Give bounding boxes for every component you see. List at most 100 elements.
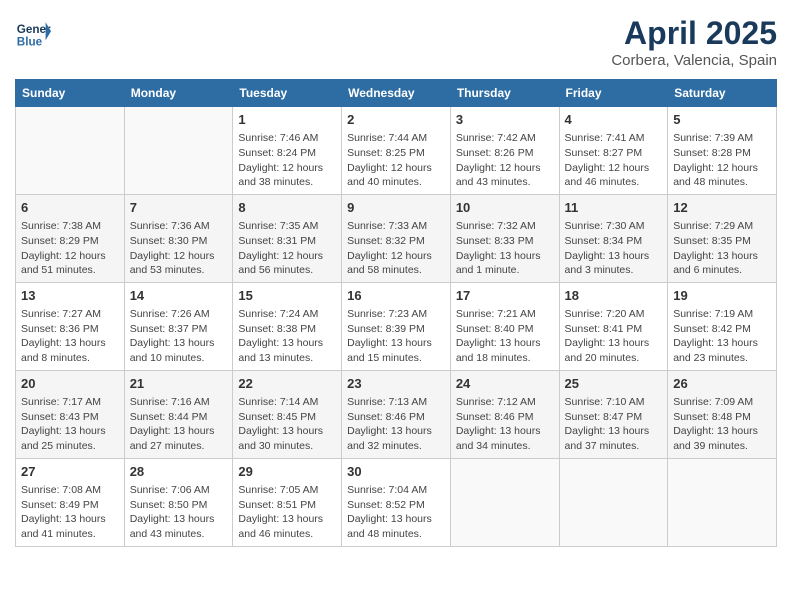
calendar-body: 1Sunrise: 7:46 AMSunset: 8:24 PMDaylight… (16, 107, 777, 547)
page-title: April 2025 (611, 15, 777, 52)
cell-info: Sunrise: 7:17 AMSunset: 8:43 PMDaylight:… (21, 395, 119, 454)
day-number: 25 (565, 375, 663, 393)
calendar-cell: 5Sunrise: 7:39 AMSunset: 8:28 PMDaylight… (668, 107, 777, 195)
cell-info: Sunrise: 7:38 AMSunset: 8:29 PMDaylight:… (21, 219, 119, 278)
page-header: General Blue April 2025 Corbera, Valenci… (15, 15, 777, 69)
calendar-cell: 22Sunrise: 7:14 AMSunset: 8:45 PMDayligh… (233, 370, 342, 458)
cell-info: Sunrise: 7:30 AMSunset: 8:34 PMDaylight:… (565, 219, 663, 278)
day-number: 1 (238, 111, 336, 129)
day-number: 2 (347, 111, 445, 129)
calendar-cell: 28 Sunrise: 7:06 AMSunset: 8:50 PMDayligh… (124, 458, 233, 546)
cell-info: Sunrise: 7:36 AMSunset: 8:30 PMDaylight:… (130, 219, 228, 278)
calendar-cell: 10 Sunrise: 7:32 AMSunset: 8:33 PMDayligh… (450, 194, 559, 282)
day-number: 9 (347, 199, 445, 217)
calendar-cell: 4Sunrise: 7:41 AMSunset: 8:27 PMDaylight… (559, 107, 668, 195)
calendar-table: SundayMondayTuesdayWednesdayThursdayFrid… (15, 79, 777, 547)
day-number: 27 (21, 463, 119, 481)
day-number: 24 (456, 375, 554, 393)
week-row-4: 20 Sunrise: 7:17 AMSunset: 8:43 PMDayligh… (16, 370, 777, 458)
cell-info: Sunrise: 7:26 AMSunset: 8:37 PMDaylight:… (130, 307, 228, 366)
cell-info: Sunrise: 7:09 AMSunset: 8:48 PMDaylight:… (673, 395, 771, 454)
calendar-cell: 14Sunrise: 7:26 AMSunset: 8:37 PMDayligh… (124, 282, 233, 370)
calendar-cell: 6 Sunrise: 7:38 AMSunset: 8:29 PMDaylight… (16, 194, 125, 282)
day-number: 4 (565, 111, 663, 129)
calendar-cell: 20 Sunrise: 7:17 AMSunset: 8:43 PMDayligh… (16, 370, 125, 458)
cell-info: Sunrise: 7:16 AMSunset: 8:44 PMDaylight:… (130, 395, 228, 454)
week-row-2: 6 Sunrise: 7:38 AMSunset: 8:29 PMDaylight… (16, 194, 777, 282)
cell-info: Sunrise: 7:32 AMSunset: 8:33 PMDaylight:… (456, 219, 554, 278)
day-number: 26 (673, 375, 771, 393)
day-number: 28 (130, 463, 228, 481)
cell-info: Sunrise: 7:42 AMSunset: 8:26 PMDaylight:… (456, 131, 554, 190)
day-number: 15 (238, 287, 336, 305)
cell-info: Sunrise: 7:14 AMSunset: 8:45 PMDaylight:… (238, 395, 336, 454)
calendar-cell: 13 Sunrise: 7:27 AMSunset: 8:36 PMDayligh… (16, 282, 125, 370)
calendar-cell: 19 Sunrise: 7:19 AMSunset: 8:42 PMDayligh… (668, 282, 777, 370)
day-number: 20 (21, 375, 119, 393)
day-number: 3 (456, 111, 554, 129)
calendar-cell: 30Sunrise: 7:04 AMSunset: 8:52 PMDayligh… (342, 458, 451, 546)
calendar-cell: 2Sunrise: 7:44 AMSunset: 8:25 PMDaylight… (342, 107, 451, 195)
calendar-cell (559, 458, 668, 546)
calendar-cell: 24 Sunrise: 7:12 AMSunset: 8:46 PMDayligh… (450, 370, 559, 458)
day-number: 29 (238, 463, 336, 481)
calendar-cell: 29 Sunrise: 7:05 AMSunset: 8:51 PMDayligh… (233, 458, 342, 546)
title-section: April 2025 Corbera, Valencia, Spain (611, 15, 777, 69)
cell-info: Sunrise: 7:08 AMSunset: 8:49 PMDaylight:… (21, 483, 119, 542)
calendar-cell: 23 Sunrise: 7:13 AMSunset: 8:46 PMDayligh… (342, 370, 451, 458)
calendar-cell: 17Sunrise: 7:21 AMSunset: 8:40 PMDayligh… (450, 282, 559, 370)
header-cell-tuesday: Tuesday (233, 80, 342, 107)
calendar-cell: 16Sunrise: 7:23 AMSunset: 8:39 PMDayligh… (342, 282, 451, 370)
cell-info: Sunrise: 7:24 AMSunset: 8:38 PMDaylight:… (238, 307, 336, 366)
day-number: 23 (347, 375, 445, 393)
day-number: 30 (347, 463, 445, 481)
day-number: 18 (565, 287, 663, 305)
calendar-cell: 15 Sunrise: 7:24 AMSunset: 8:38 PMDayligh… (233, 282, 342, 370)
day-number: 6 (21, 199, 119, 217)
cell-info: Sunrise: 7:19 AMSunset: 8:42 PMDaylight:… (673, 307, 771, 366)
day-number: 21 (130, 375, 228, 393)
calendar-cell (668, 458, 777, 546)
header-cell-wednesday: Wednesday (342, 80, 451, 107)
calendar-cell: 9Sunrise: 7:33 AMSunset: 8:32 PMDaylight… (342, 194, 451, 282)
calendar-cell: 12 Sunrise: 7:29 AMSunset: 8:35 PMDayligh… (668, 194, 777, 282)
header-cell-monday: Monday (124, 80, 233, 107)
calendar-cell (16, 107, 125, 195)
day-number: 10 (456, 199, 554, 217)
calendar-cell: 26 Sunrise: 7:09 AMSunset: 8:48 PMDayligh… (668, 370, 777, 458)
header-cell-thursday: Thursday (450, 80, 559, 107)
calendar-cell: 7 Sunrise: 7:36 AMSunset: 8:30 PMDaylight… (124, 194, 233, 282)
svg-text:Blue: Blue (17, 36, 43, 49)
cell-info: Sunrise: 7:23 AMSunset: 8:39 PMDaylight:… (347, 307, 445, 366)
day-number: 12 (673, 199, 771, 217)
day-number: 19 (673, 287, 771, 305)
calendar-cell: 11 Sunrise: 7:30 AMSunset: 8:34 PMDayligh… (559, 194, 668, 282)
day-number: 5 (673, 111, 771, 129)
cell-info: Sunrise: 7:05 AMSunset: 8:51 PMDaylight:… (238, 483, 336, 542)
cell-info: Sunrise: 7:29 AMSunset: 8:35 PMDaylight:… (673, 219, 771, 278)
header-row: SundayMondayTuesdayWednesdayThursdayFrid… (16, 80, 777, 107)
cell-info: Sunrise: 7:12 AMSunset: 8:46 PMDaylight:… (456, 395, 554, 454)
day-number: 7 (130, 199, 228, 217)
day-number: 11 (565, 199, 663, 217)
cell-info: Sunrise: 7:20 AMSunset: 8:41 PMDaylight:… (565, 307, 663, 366)
day-number: 13 (21, 287, 119, 305)
calendar-cell: 21 Sunrise: 7:16 AMSunset: 8:44 PMDayligh… (124, 370, 233, 458)
week-row-5: 27 Sunrise: 7:08 AMSunset: 8:49 PMDayligh… (16, 458, 777, 546)
week-row-3: 13 Sunrise: 7:27 AMSunset: 8:36 PMDayligh… (16, 282, 777, 370)
cell-info: Sunrise: 7:10 AMSunset: 8:47 PMDaylight:… (565, 395, 663, 454)
calendar-cell: 3 Sunrise: 7:42 AMSunset: 8:26 PMDaylight… (450, 107, 559, 195)
cell-info: Sunrise: 7:06 AMSunset: 8:50 PMDaylight:… (130, 483, 228, 542)
cell-info: Sunrise: 7:35 AMSunset: 8:31 PMDaylight:… (238, 219, 336, 278)
calendar-cell (450, 458, 559, 546)
cell-info: Sunrise: 7:13 AMSunset: 8:46 PMDaylight:… (347, 395, 445, 454)
calendar-cell: 25 Sunrise: 7:10 AMSunset: 8:47 PMDayligh… (559, 370, 668, 458)
logo: General Blue (15, 15, 51, 51)
logo-icon: General Blue (15, 15, 51, 51)
cell-info: Sunrise: 7:27 AMSunset: 8:36 PMDaylight:… (21, 307, 119, 366)
day-number: 8 (238, 199, 336, 217)
calendar-header: SundayMondayTuesdayWednesdayThursdayFrid… (16, 80, 777, 107)
calendar-cell: 18 Sunrise: 7:20 AMSunset: 8:41 PMDayligh… (559, 282, 668, 370)
header-cell-saturday: Saturday (668, 80, 777, 107)
calendar-cell (124, 107, 233, 195)
